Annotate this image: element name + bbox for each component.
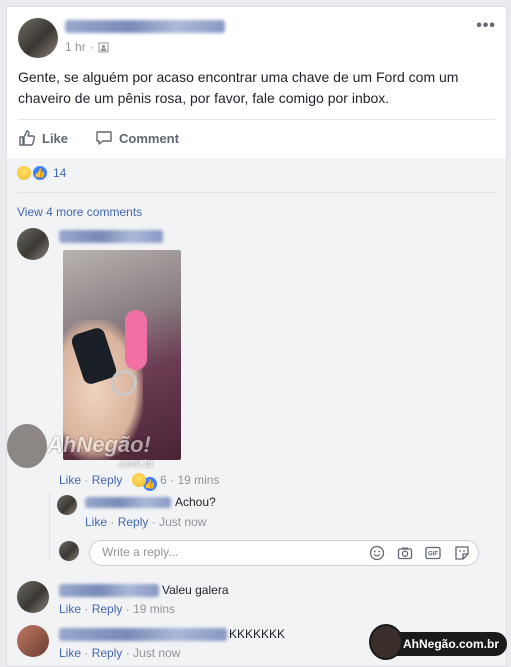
comment-actions: Like · Reply · Just now: [59, 646, 181, 660]
comment-actions: Like · Reply · 19 mins: [59, 602, 176, 616]
write-reply-box[interactable]: GIF: [89, 540, 479, 566]
photo-keychain: [125, 310, 147, 370]
reply-thread-line: [49, 492, 50, 562]
reply-actions: Like · Reply · Just now: [85, 515, 207, 529]
reactions-divider: [17, 192, 496, 193]
gif-icon[interactable]: GIF: [425, 545, 441, 561]
comment-time[interactable]: Just now: [133, 646, 180, 660]
watermark-face: [7, 424, 47, 468]
more-options-icon[interactable]: •••: [476, 17, 496, 35]
post-author-name[interactable]: [65, 20, 225, 33]
watermark-overlay-text: AhNegão!: [47, 432, 151, 457]
comment-text: Valeu galera: [162, 583, 229, 597]
thumbs-up-icon: [19, 130, 36, 146]
reaction-summary[interactable]: 👍 14: [17, 166, 66, 180]
view-more-comments-link[interactable]: View 4 more comments: [17, 205, 142, 219]
comment-avatar[interactable]: [17, 625, 49, 657]
reply-like-link[interactable]: Like: [85, 515, 107, 529]
svg-text:GIF: GIF: [428, 552, 438, 558]
sticker-icon[interactable]: [454, 545, 470, 561]
comment-reply-link[interactable]: Reply: [92, 602, 123, 616]
comment-text: KKKKKKK: [229, 627, 286, 641]
post-time[interactable]: 1 hr: [65, 40, 86, 54]
watermark-badge: AhNegão.com.br: [369, 624, 507, 660]
post-text: Gente, se alguém por acaso encontrar uma…: [18, 69, 459, 106]
comment-reply-link[interactable]: Reply: [92, 646, 123, 660]
comment-like-link[interactable]: Like: [59, 473, 81, 487]
current-user-avatar: [59, 541, 79, 561]
post-divider: [18, 119, 495, 120]
post-author-avatar[interactable]: [18, 18, 58, 58]
reply-text: Achou?: [175, 495, 216, 509]
haha-icon: [17, 166, 31, 180]
comment-actions: Like · Reply 👍 6 · 19 mins: [59, 473, 220, 491]
reply-time: Just now: [159, 515, 207, 529]
camera-icon[interactable]: [397, 545, 413, 561]
reply-author-name[interactable]: [85, 497, 171, 508]
comment-icon: [96, 131, 112, 145]
comment-author-name[interactable]: [59, 584, 159, 597]
watermark-badge-face: [369, 624, 403, 660]
haha-icon: [131, 473, 146, 487]
like-icon: 👍: [33, 166, 47, 180]
like-button[interactable]: Like: [18, 129, 68, 147]
reply-input[interactable]: [100, 544, 354, 560]
comment-time[interactable]: 19 mins: [133, 602, 175, 616]
post-meta: 1 hr ·: [65, 40, 109, 54]
post-card: 1 hr · ••• Gente, se alguém por acaso en…: [6, 6, 507, 160]
comment-like-link[interactable]: Like: [59, 602, 81, 616]
comment-avatar[interactable]: [17, 228, 49, 260]
comment-reaction-count[interactable]: 6: [160, 473, 167, 487]
reaction-count: 14: [53, 166, 67, 180]
comments-section: 👍 14 View 4 more comments AhNegão! .com.…: [6, 158, 507, 667]
comment-button[interactable]: Comment: [95, 129, 179, 147]
audience-icon[interactable]: [98, 42, 109, 53]
emoji-icon[interactable]: [369, 545, 385, 561]
watermark-badge-text: AhNegão.com.br: [403, 637, 500, 651]
watermark-overlay-sub: .com.br: [117, 458, 154, 470]
like-label: Like: [42, 130, 69, 146]
comment-avatar[interactable]: [17, 581, 49, 613]
reply-reply-link[interactable]: Reply: [118, 515, 149, 529]
comment-time[interactable]: 19 mins: [177, 473, 219, 487]
comment-label: Comment: [119, 130, 179, 146]
watermark-overlay: AhNegão! .com.br: [7, 418, 167, 478]
comment-author-name[interactable]: [59, 628, 227, 641]
reply-avatar[interactable]: [57, 495, 77, 515]
comment-author-name[interactable]: [59, 230, 163, 243]
comment-reply-link[interactable]: Reply: [92, 473, 123, 487]
comment-like-link[interactable]: Like: [59, 646, 81, 660]
photo-ring: [111, 370, 137, 396]
